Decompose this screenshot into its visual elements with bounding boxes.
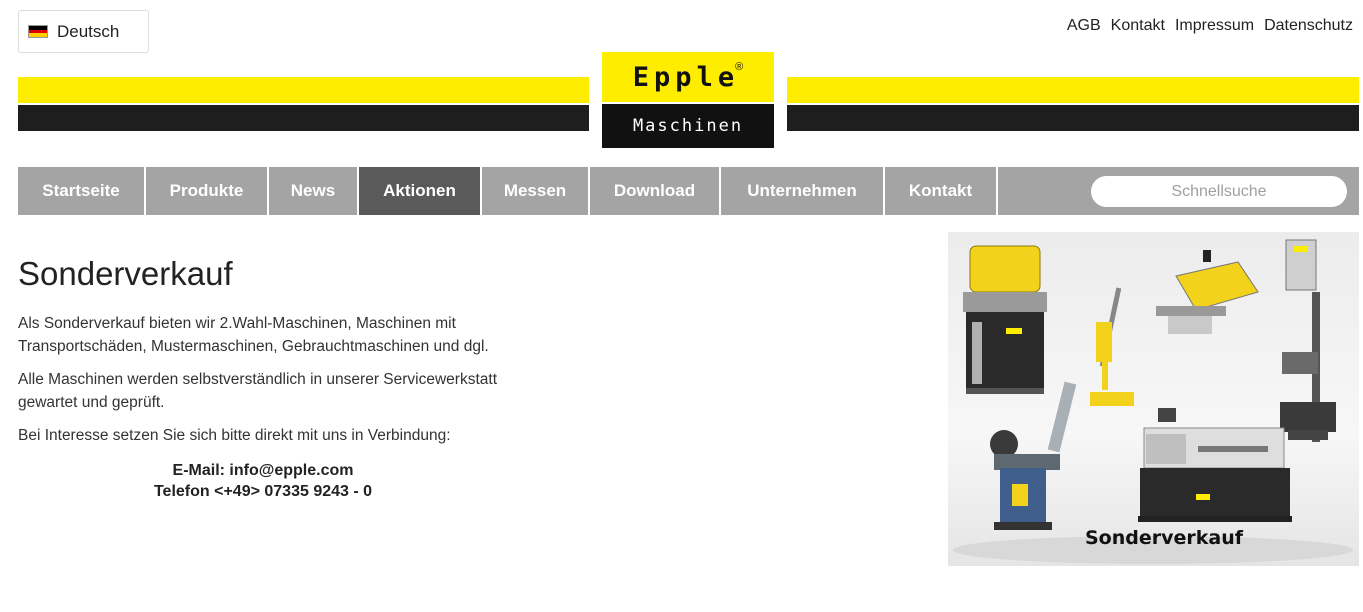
logo-registered-mark: ® [735, 61, 744, 73]
main-nav: Startseite Produkte News Aktionen Messen… [18, 167, 1359, 215]
banner-yellow-stripe-right [787, 77, 1359, 103]
grinder-machine [990, 381, 1077, 530]
nav-item-unternehmen[interactable]: Unternehmen [721, 167, 885, 215]
band-saw-machine [1156, 250, 1259, 334]
pillar-drill-machine [1280, 239, 1336, 442]
nav-item-news[interactable]: News [269, 167, 359, 215]
contact-info: E-Mail: info@epple.com Telefon <+49> 073… [18, 460, 508, 502]
banner-black-stripe-right [787, 105, 1359, 131]
logo[interactable]: Epple ® [602, 52, 774, 102]
banner-yellow-stripe-left [18, 77, 589, 103]
link-agb[interactable]: AGB [1067, 17, 1101, 35]
page-title: Sonderverkauf [18, 255, 233, 292]
cutoff-saw-machine [963, 245, 1047, 394]
paragraph-service: Alle Maschinen werden selbstverständlich… [18, 371, 497, 411]
banner-black-stripe-left [18, 105, 589, 131]
contact-phone: Telefon <+49> 07335 9243 - 0 [153, 483, 373, 500]
contact-email[interactable]: E-Mail: info@epple.com [18, 460, 508, 481]
germany-flag-icon [28, 25, 48, 38]
nav-item-messen[interactable]: Messen [482, 167, 590, 215]
logo-subtitle-box[interactable]: Maschinen [602, 104, 774, 148]
logo-brand: Epple [632, 61, 740, 93]
language-label: Deutsch [57, 21, 120, 41]
machines-illustration [953, 239, 1353, 564]
link-impressum[interactable]: Impressum [1175, 17, 1254, 35]
top-links: AGB Kontakt Impressum Datenschutz [1067, 17, 1353, 35]
promo-label: Sonderverkauf [1085, 527, 1244, 549]
language-selector[interactable]: Deutsch [18, 10, 149, 53]
nav-item-download[interactable]: Download [590, 167, 721, 215]
link-kontakt[interactable]: Kontakt [1111, 17, 1165, 35]
main-content: Sonderverkauf Als Sonderverkauf bieten w… [18, 255, 508, 502]
nav-item-startseite[interactable]: Startseite [18, 167, 146, 215]
paragraph-contact: Bei Interesse setzen Sie sich bitte dire… [18, 427, 451, 444]
nav-item-aktionen[interactable]: Aktionen [359, 167, 482, 215]
search-input[interactable] [1091, 176, 1347, 207]
logo-subtitle: Maschinen [632, 116, 744, 136]
paragraph-intro: Als Sonderverkauf bieten wir 2.Wahl-Masc… [18, 315, 489, 355]
nav-item-kontakt[interactable]: Kontakt [885, 167, 998, 215]
drill-stand-machine [1090, 287, 1134, 406]
link-datenschutz[interactable]: Datenschutz [1264, 17, 1353, 35]
lathe-machine [1138, 408, 1292, 522]
nav-item-produkte[interactable]: Produkte [146, 167, 269, 215]
promo-image[interactable]: Sonderverkauf [948, 232, 1359, 566]
